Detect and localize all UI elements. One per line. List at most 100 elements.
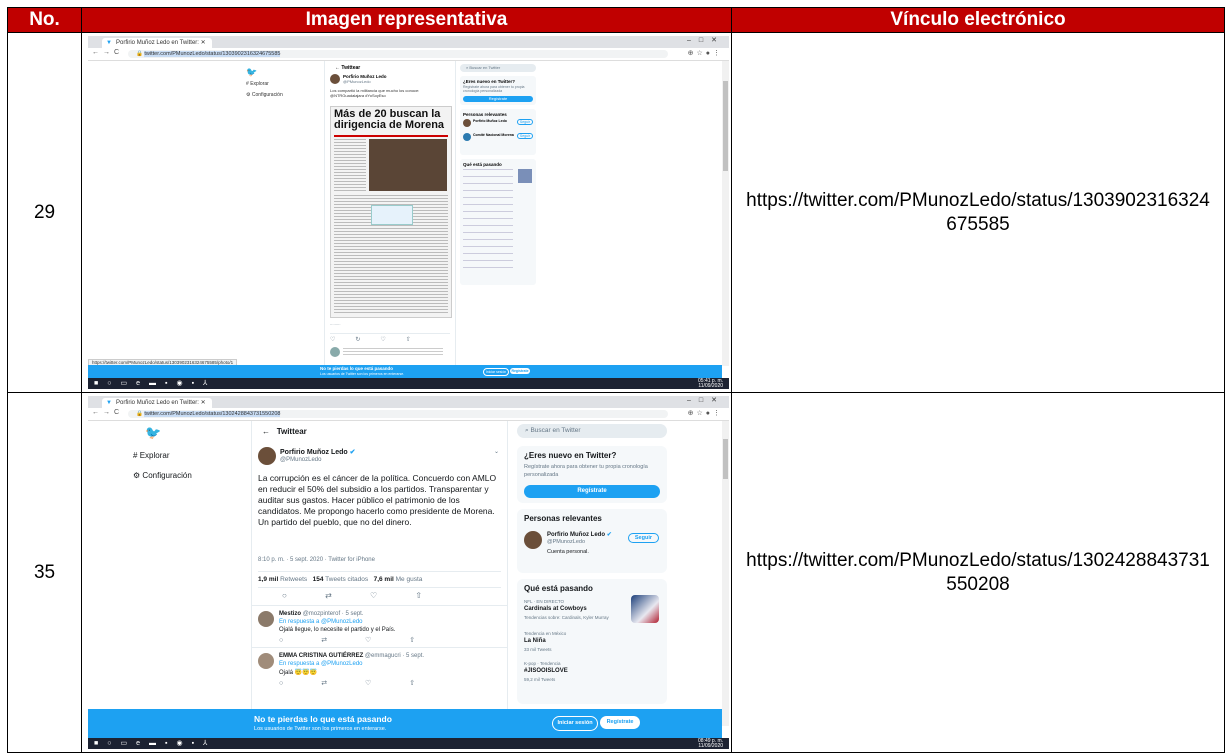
reply-avatar[interactable]: [258, 653, 275, 669]
banner-title: No te pierdas lo que está pasando: [320, 366, 394, 371]
signup-desc: Regístrate ahora para obtener tu propia …: [463, 85, 525, 93]
tweet-text: Los compartió la militancia que mucho lo…: [330, 88, 420, 98]
signup-card: ¿Eres nuevo en Twitter? Regístrate ahora…: [460, 76, 537, 105]
tweet-actions[interactable]: ○ ⇄ ♡ ⇧: [282, 591, 497, 600]
search-input[interactable]: ⌕ Buscar en Twitter: [460, 64, 537, 72]
inset-box: [371, 205, 414, 225]
banner-register-button[interactable]: Regístrate: [510, 368, 531, 374]
url-field[interactable]: 🔒 twitter.com/PMunozLedo/status/13039023…: [128, 50, 669, 58]
window-controls[interactable]: –□✕: [687, 36, 725, 44]
trend-image[interactable]: [631, 595, 660, 623]
link-cell: https://twitter.com/PMunozLedo/status/13…: [731, 392, 1225, 753]
nav-explore[interactable]: # Explorar: [246, 81, 269, 87]
address-icons[interactable]: ⊕☆●⋮: [688, 409, 723, 417]
reply-actions[interactable]: ○ ⇄ ♡ ⇧: [279, 636, 494, 644]
nav-explore[interactable]: # Explorar: [133, 451, 169, 460]
reply-to[interactable]: En respuesta a @PMunozLedo: [279, 619, 362, 625]
person-avatar[interactable]: [463, 119, 472, 127]
row-number: 29: [6, 32, 83, 393]
twitter-logo-icon[interactable]: 🐦: [246, 67, 257, 78]
banner-title: No te pierdas lo que está pasando: [254, 714, 392, 724]
reply-to[interactable]: En respuesta a @PMunozLedo: [279, 661, 362, 667]
register-button[interactable]: Regístrate: [524, 485, 661, 498]
nav-settings[interactable]: ⚙ Configuración: [246, 92, 283, 98]
url-text: twitter.com/PMunozLedo/status/1302428843…: [144, 411, 281, 417]
people-card: Personas relevantes Porfirio Muñoz Ledo …: [517, 509, 668, 573]
browser-tab[interactable]: ▼ Porfirio Muñoz Ledo en Twitter: ✕: [102, 398, 213, 408]
browser-screenshot: ▼ Porfirio Muñoz Ledo en Twitter: ✕ –□✕ ←…: [88, 396, 730, 749]
trend1-sub[interactable]: Tendencias sobre: Cardinals, Kyler Murra…: [524, 615, 609, 620]
taskbar-clock[interactable]: 08:49 p. m. 11/09/2020: [698, 739, 723, 749]
table-header-row: No. Imagen representativa Vínculo electr…: [6, 7, 1225, 33]
person-name[interactable]: Porfirio Muñoz Ledo: [473, 119, 507, 123]
register-button[interactable]: Regístrate: [463, 96, 534, 102]
window-controls[interactable]: –□✕: [687, 396, 725, 404]
trend1-name[interactable]: Cardinals at Cowboys: [524, 606, 587, 612]
taskbar-icons[interactable]: ■○▭e▬▪◉▪⅄: [94, 380, 216, 387]
table-row: 29 ▼ Porfirio Muñoz Ledo en Twitter: ✕ –□…: [6, 32, 1225, 393]
tweet-actions[interactable]: ♡↻♡⇧: [330, 333, 451, 343]
author-handle[interactable]: @PMunozLedo: [343, 79, 371, 84]
people-title: Personas relevantes: [463, 112, 507, 117]
reply-text: Ojalá 😇😇😇: [279, 670, 318, 676]
taskbar: ■○▭e▬▪◉▪⅄ 05:41 p. m. 11/09/2020: [88, 378, 730, 389]
tweet-header: ← Twittear: [335, 65, 361, 71]
author-handle[interactable]: @PMunozLedo: [280, 457, 321, 463]
text-column: [334, 139, 367, 191]
chevron-down-icon[interactable]: ⌄: [494, 448, 499, 455]
newspaper-headline: Más de 20 buscan la dirigencia de Morena: [334, 108, 445, 131]
login-button[interactable]: Iniciar sesión: [552, 716, 599, 731]
nav-buttons[interactable]: ←→C: [92, 49, 123, 56]
person2-avatar[interactable]: [463, 133, 472, 141]
link-cell: https://twitter.com/PMunozLedo/status/13…: [731, 32, 1225, 393]
taskbar-icons[interactable]: ■○▭e▬▪◉▪⅄: [94, 740, 216, 747]
signup-card: ¿Eres nuevo en Twitter? Regístrate ahora…: [517, 446, 668, 503]
twitter-bird-icon: ▼: [106, 400, 112, 406]
scrollbar[interactable]: [722, 61, 730, 366]
nav-buttons[interactable]: ←→C: [92, 409, 123, 416]
reply-header: Mestizo @mozpinterof · 5 sept.: [279, 611, 364, 617]
reply-avatar[interactable]: [330, 347, 341, 357]
avatar[interactable]: [258, 447, 277, 465]
person-handle[interactable]: @PMunozLedo: [547, 539, 585, 545]
taskbar-clock[interactable]: 05:41 p. m. 11/09/2020: [698, 379, 723, 389]
trends-card: Qué está pasando: [460, 159, 537, 285]
table-row: 35 ▼ Porfirio Muñoz Ledo en Twitter: ✕ –□…: [6, 392, 1225, 753]
trend1-category: NFL · EN DIRECTO: [524, 599, 565, 604]
trends-card: Qué está pasando NFL · EN DIRECTO Cardin…: [517, 579, 668, 704]
follow-button[interactable]: Seguir: [627, 533, 660, 543]
tweet-stats[interactable]: 1,9 mil Retweets 154 Tweets citados 7,6 …: [258, 571, 502, 588]
person-avatar[interactable]: [524, 531, 543, 549]
twitter-page: 🐦 # Explorar ⚙ Configuración ← Twittear …: [88, 421, 730, 726]
reply-text: [343, 348, 444, 356]
address-icons[interactable]: ⊕☆●⋮: [688, 49, 723, 57]
trend3-count: 59,2 mil Tweets: [524, 677, 556, 682]
search-input[interactable]: ⌕ Buscar en Twitter: [517, 424, 668, 438]
person2-name[interactable]: Comité Nacional Morena: [473, 133, 514, 137]
tab-title: Porfirio Muñoz Ledo en Twitter:: [116, 400, 199, 406]
nav-settings[interactable]: ⚙ Configuración: [133, 471, 192, 480]
author-name[interactable]: Porfirio Muñoz Ledo ✔: [280, 448, 356, 456]
header-no: No.: [6, 7, 83, 33]
trend-image[interactable]: [518, 169, 533, 183]
follow-button[interactable]: Seguir: [516, 119, 534, 125]
trend2-category: Tendencia en México: [524, 631, 567, 636]
trend3-name[interactable]: #JISOOISLOVE: [524, 668, 568, 674]
trend-list[interactable]: [463, 169, 514, 274]
url-field[interactable]: 🔒 twitter.com/PMunozLedo/status/13024288…: [128, 410, 669, 418]
follow-button-2[interactable]: Seguir: [516, 133, 534, 139]
reply-actions[interactable]: ○ ⇄ ♡ ⇧: [279, 679, 494, 687]
browser-tab[interactable]: ▼ Porfirio Muñoz Ledo en Twitter: ✕: [102, 38, 213, 48]
reply-avatar[interactable]: [258, 611, 275, 627]
scrollbar[interactable]: [722, 421, 730, 726]
trend2-name[interactable]: La Niña: [524, 638, 546, 644]
banner-register-button[interactable]: Regístrate: [600, 716, 641, 729]
tweet-meta: 8:10 p. m. · 5 sept. 2020 · Twitter for …: [258, 557, 375, 563]
newspaper-image[interactable]: Más de 20 buscan la dirigencia de Morena: [330, 106, 453, 318]
tab-bar: ▼ Porfirio Muñoz Ledo en Twitter: ✕ –□✕: [88, 36, 730, 48]
login-button[interactable]: Iniciar sesión: [483, 368, 510, 376]
avatar[interactable]: [330, 74, 341, 84]
trends-title: Qué está pasando: [463, 162, 502, 167]
person-name[interactable]: Porfirio Muñoz Ledo ✔: [547, 531, 612, 538]
twitter-logo-icon[interactable]: 🐦: [145, 425, 161, 441]
